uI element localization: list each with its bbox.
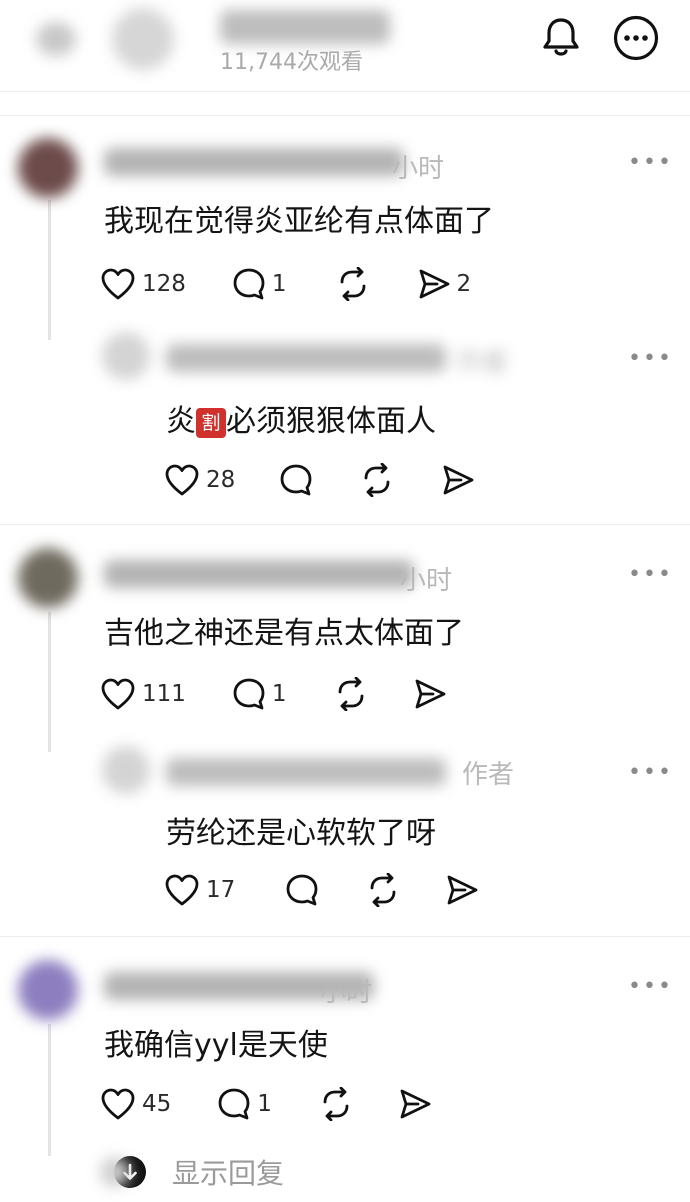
comment-text: 我确信yyl是天使 — [104, 1028, 328, 1063]
comment-actions: 111 1 — [100, 674, 447, 714]
comment-more-icon[interactable]: ••• — [628, 562, 673, 587]
repost-icon — [364, 463, 390, 497]
commenter-username[interactable] — [104, 560, 414, 588]
comment-time: 小时 — [320, 978, 373, 1008]
reply-avatar[interactable] — [102, 332, 150, 380]
comment-divider — [0, 524, 690, 525]
send-icon — [415, 679, 445, 709]
like-button[interactable]: 45 — [100, 1087, 171, 1121]
reply-button[interactable] — [279, 463, 313, 497]
bell-icon[interactable] — [538, 14, 584, 60]
view-count: 11,744次观看 — [220, 50, 363, 75]
heart-icon — [101, 268, 135, 300]
send-icon — [443, 465, 474, 495]
thread-line — [48, 1024, 51, 1156]
comment-divider — [0, 936, 690, 937]
heart-icon — [101, 1088, 135, 1120]
comment-bubble-icon — [233, 268, 265, 300]
repost-button[interactable] — [359, 463, 395, 497]
like-button[interactable]: 111 — [100, 677, 186, 711]
reply-text-part: 炎 — [166, 404, 196, 439]
avatar[interactable] — [18, 960, 78, 1020]
reply-actions: 17 — [164, 870, 479, 910]
reply-username[interactable] — [166, 344, 446, 372]
reply-count: 1 — [271, 681, 287, 707]
like-count: 28 — [206, 467, 236, 493]
back-icon[interactable] — [36, 22, 76, 56]
share-button[interactable] — [441, 463, 475, 497]
share-count: 2 — [456, 271, 472, 297]
like-button[interactable]: 17 — [164, 873, 235, 907]
author-badge: 作者 — [456, 348, 509, 378]
repost-button[interactable] — [318, 1087, 354, 1121]
reply-button[interactable]: 1 — [232, 677, 287, 711]
comment-text: 吉他之神还是有点太体面了 — [104, 616, 464, 651]
comment-actions: 45 1 — [100, 1084, 432, 1124]
like-button[interactable]: 28 — [164, 463, 235, 497]
heart-icon — [101, 678, 135, 710]
repost-button[interactable] — [333, 677, 369, 711]
repost-button[interactable] — [335, 267, 371, 301]
avatar[interactable] — [18, 548, 78, 608]
avatar[interactable] — [18, 138, 78, 198]
repost-icon — [323, 1087, 349, 1121]
like-count: 111 — [142, 681, 186, 707]
thread-line — [48, 612, 51, 752]
share-button[interactable] — [413, 677, 447, 711]
comment-more-icon[interactable]: ••• — [628, 974, 673, 999]
show-replies-button[interactable]: 显示回复 — [100, 1152, 284, 1192]
reply-button[interactable] — [285, 873, 319, 907]
reply-actions: 28 — [164, 460, 475, 500]
comment-time: 小时 — [392, 154, 445, 184]
reply-button[interactable]: 1 — [232, 267, 287, 301]
more-icon[interactable] — [612, 14, 660, 62]
like-count: 17 — [206, 877, 236, 903]
send-icon — [447, 875, 478, 905]
reply-username[interactable] — [166, 758, 446, 786]
header-divider — [0, 92, 690, 116]
reply-avatar-preview — [100, 1157, 130, 1187]
reply-text: 炎割必须狠狠体面人 — [166, 396, 436, 440]
comment-text: 我现在觉得炎亚纶有点体面了 — [104, 204, 494, 239]
share-button[interactable] — [398, 1087, 432, 1121]
comment-actions: 128 1 2 — [100, 264, 471, 304]
reply-button[interactable]: 1 — [217, 1087, 272, 1121]
repost-icon — [370, 873, 396, 907]
reply-more-icon[interactable]: ••• — [628, 760, 673, 785]
comment-time: 小时 — [400, 566, 453, 596]
comment-bubble-icon — [280, 464, 312, 496]
commenter-username[interactable] — [104, 148, 404, 176]
reply-avatar[interactable] — [102, 746, 150, 794]
author-badge: 作者 — [462, 760, 515, 790]
cut-emoji-icon: 割 — [196, 408, 226, 438]
reply-text-part: 必须狠狠体面人 — [226, 404, 436, 439]
reply-text: 劳纶还是心软软了呀 — [166, 816, 436, 851]
comment-more-icon[interactable]: ••• — [628, 150, 673, 175]
heart-icon — [165, 464, 199, 496]
comment-bubble-icon — [218, 1088, 250, 1120]
repost-button[interactable] — [365, 873, 401, 907]
reply-count: 1 — [257, 1091, 272, 1117]
comment-bubble-icon — [286, 874, 318, 906]
show-replies-label: 显示回复 — [172, 1157, 285, 1190]
reply-more-icon[interactable]: ••• — [628, 346, 673, 371]
like-button[interactable]: 128 — [100, 267, 186, 301]
comment-bubble-icon — [233, 678, 265, 710]
send-icon — [419, 269, 449, 299]
send-icon — [400, 1089, 431, 1119]
repost-icon — [340, 267, 365, 301]
heart-icon — [165, 874, 199, 906]
share-button[interactable] — [445, 873, 479, 907]
poster-username[interactable] — [220, 10, 390, 44]
like-count: 128 — [142, 271, 186, 297]
like-count: 45 — [142, 1091, 172, 1117]
reply-count: 1 — [271, 271, 287, 297]
share-button[interactable]: 2 — [417, 267, 472, 301]
thread-line — [48, 200, 51, 340]
repost-icon — [338, 677, 363, 711]
poster-avatar[interactable] — [112, 8, 174, 70]
top-bar: 11,744次观看 — [0, 0, 690, 92]
